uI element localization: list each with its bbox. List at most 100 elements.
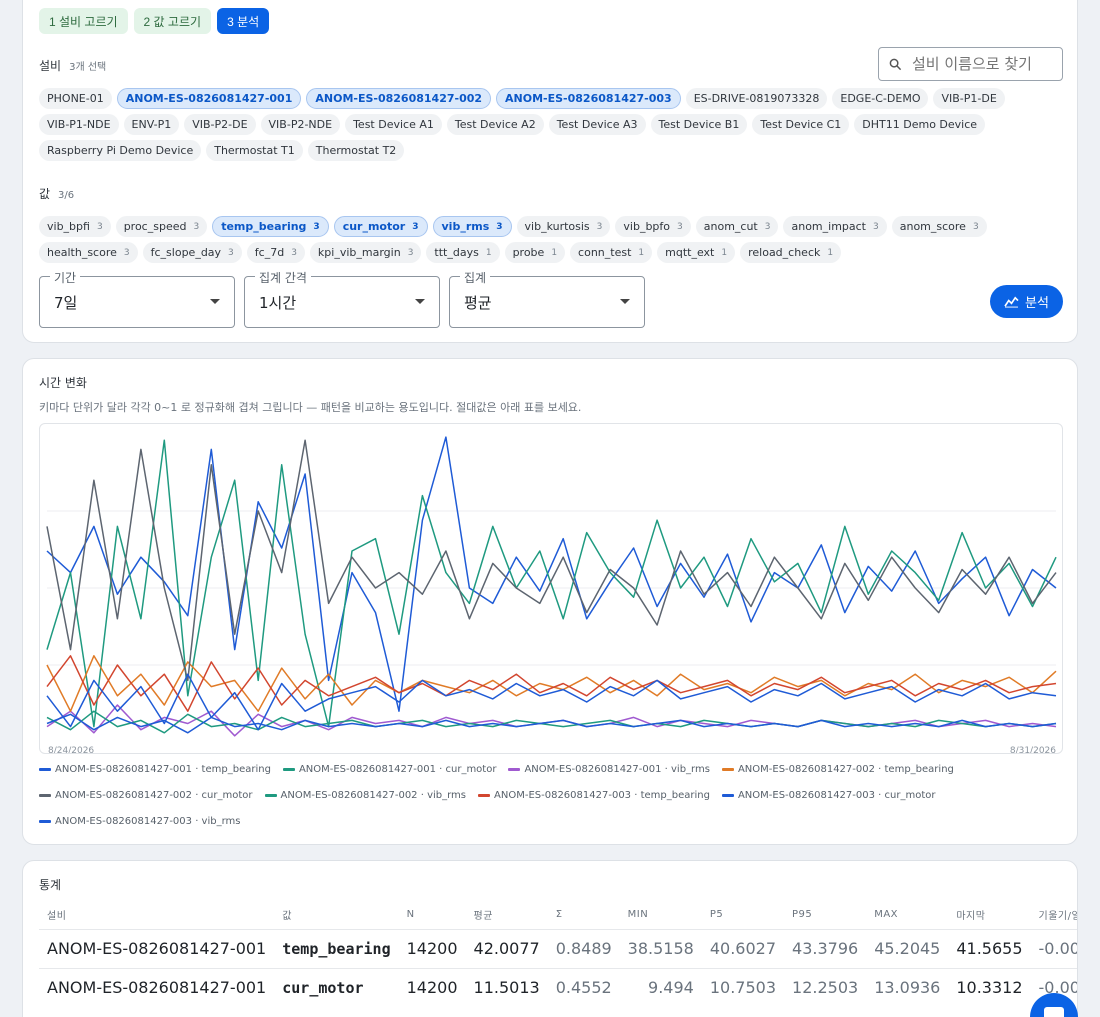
- period-select[interactable]: 기간 7일: [39, 269, 235, 328]
- table-cell: 14200: [398, 967, 466, 1007]
- legend-item[interactable]: ANOM-ES-0826081427-003 · cur_motor: [721, 788, 935, 802]
- device-chip[interactable]: DHT11 Demo Device: [854, 114, 986, 135]
- device-search-input[interactable]: [912, 55, 1052, 73]
- value-chip[interactable]: health_score 3: [39, 242, 138, 263]
- search-icon: [889, 58, 902, 70]
- legend-swatch: [508, 767, 521, 771]
- device-search[interactable]: [878, 47, 1063, 81]
- legend-item[interactable]: ANOM-ES-0826081427-001 · vib_rms: [508, 762, 710, 776]
- device-chip[interactable]: EDGE-C-DEMO: [832, 88, 929, 109]
- column-header[interactable]: Σ: [548, 901, 620, 929]
- column-header[interactable]: P95: [784, 901, 866, 929]
- value-chip[interactable]: temp_bearing 3: [212, 216, 329, 237]
- column-header[interactable]: 설비: [39, 901, 274, 929]
- value-chip-count: 1: [485, 247, 492, 258]
- table-cell: 9.494: [619, 967, 702, 1007]
- legend-item[interactable]: ANOM-ES-0826081427-003 · temp_bearing: [478, 788, 710, 802]
- legend-item[interactable]: ANOM-ES-0826081427-003 · vib_rms: [39, 814, 241, 828]
- device-chip[interactable]: VIB-P2-NDE: [260, 114, 341, 135]
- legend-label: ANOM-ES-0826081427-002 · temp_bearing: [737, 763, 954, 775]
- value-chip[interactable]: fc_slope_day 3: [142, 242, 242, 263]
- legend-label: ANOM-ES-0826081427-001 · cur_motor: [298, 763, 497, 775]
- values-header: 값 3/6: [39, 185, 74, 202]
- value-chip-label: fc_slope_day: [150, 246, 222, 259]
- table-cell: 42.0077: [465, 928, 548, 968]
- timeseries-description: 키마다 단위가 달라 각각 0~1 로 정규화해 겹쳐 그립니다 — 패턴을 비…: [39, 401, 582, 414]
- stats-header-row: 설비값N평균ΣMINP5P95MAX마지막기울기/일변: [39, 901, 1077, 929]
- step-1-select-devices[interactable]: 1 설비 고르기: [39, 8, 128, 34]
- legend-label: ANOM-ES-0826081427-001 · temp_bearing: [55, 763, 271, 775]
- x-axis-end-label: 8/31/2026: [1010, 746, 1056, 754]
- table-cell: cur_motor: [274, 967, 399, 1007]
- step-3-analyze[interactable]: 3 분석: [217, 8, 270, 34]
- table-cell: 0.4552: [547, 967, 620, 1007]
- analyze-button[interactable]: 분석: [990, 285, 1063, 318]
- legend-swatch: [478, 793, 491, 797]
- step-2-select-values[interactable]: 2 값 고르기: [133, 8, 212, 34]
- device-chip[interactable]: Thermostat T1: [206, 140, 303, 161]
- value-chip[interactable]: vib_rms 3: [432, 216, 512, 237]
- value-chip-count: 3: [407, 247, 414, 258]
- device-chip[interactable]: Thermostat T2: [307, 140, 405, 161]
- device-chip[interactable]: Test Device A1: [345, 114, 442, 135]
- value-chip-label: temp_bearing: [221, 220, 307, 233]
- value-chip[interactable]: anom_impact 3: [783, 216, 887, 237]
- aggregate-select[interactable]: 집계 평균: [449, 269, 645, 328]
- value-chip-label: reload_check: [748, 246, 821, 259]
- value-chip[interactable]: ttt_days 1: [426, 242, 500, 263]
- device-chip[interactable]: VIB-P1-DE: [933, 88, 1005, 109]
- device-chip[interactable]: Test Device B1: [650, 114, 748, 135]
- column-header[interactable]: N: [399, 901, 466, 929]
- value-chip-count: 3: [193, 221, 200, 232]
- column-header[interactable]: 기울기/일: [1031, 901, 1077, 929]
- device-chip[interactable]: ANOM-ES-0826081427-002: [306, 88, 492, 109]
- legend-item[interactable]: ANOM-ES-0826081427-001 · temp_bearing: [39, 762, 271, 776]
- devices-selected-count: 3개 선택: [69, 62, 107, 73]
- device-chip[interactable]: PHONE-01: [39, 88, 112, 109]
- column-header[interactable]: MAX: [866, 901, 948, 929]
- chart-legend: ANOM-ES-0826081427-001 · temp_bearing ANO…: [39, 762, 1063, 828]
- value-chip[interactable]: reload_check 1: [740, 242, 842, 263]
- legend-item[interactable]: ANOM-ES-0826081427-002 · temp_bearing: [721, 762, 954, 776]
- value-chip[interactable]: probe 1: [504, 242, 566, 263]
- value-chip[interactable]: fc_7d 3: [246, 242, 305, 263]
- value-chip-label: ttt_days: [434, 246, 479, 259]
- column-header[interactable]: 평균: [466, 901, 548, 929]
- column-header[interactable]: 값: [274, 901, 398, 929]
- column-header[interactable]: P5: [702, 901, 784, 929]
- column-header[interactable]: MIN: [620, 901, 702, 929]
- interval-select[interactable]: 집계 간격 1시간: [244, 269, 440, 328]
- series-line: [46, 655, 1057, 712]
- device-chip[interactable]: ENV-P1: [123, 114, 180, 135]
- device-chip[interactable]: ANOM-ES-0826081427-001: [116, 88, 302, 109]
- legend-item[interactable]: ANOM-ES-0826081427-002 · vib_rms: [264, 788, 466, 802]
- table-cell: 10.3312: [948, 967, 1031, 1007]
- value-chip[interactable]: anom_cut 3: [695, 216, 779, 237]
- legend-item[interactable]: ANOM-ES-0826081427-001 · cur_motor: [282, 762, 497, 776]
- column-header[interactable]: 마지막: [948, 901, 1030, 929]
- value-chip[interactable]: conn_test 1: [570, 242, 653, 263]
- value-chip-label: anom_impact: [791, 220, 866, 233]
- value-chip[interactable]: mqtt_ext 1: [657, 242, 736, 263]
- device-chip[interactable]: ANOM-ES-0826081427-003: [496, 88, 681, 109]
- value-chip[interactable]: proc_speed 3: [115, 216, 208, 237]
- chevron-down-icon: [415, 299, 425, 304]
- device-chip[interactable]: Test Device A3: [548, 114, 646, 135]
- table-cell: 41.5655: [948, 928, 1031, 968]
- value-chip[interactable]: cur_motor 3: [333, 216, 428, 237]
- value-chip[interactable]: vib_kurtosis 3: [516, 216, 611, 237]
- value-chip[interactable]: kpi_vib_margin 3: [309, 242, 422, 263]
- value-chip-count: 3: [764, 221, 771, 232]
- value-chip[interactable]: vib_bpfi 3: [39, 216, 111, 237]
- value-chip[interactable]: vib_bpfo 3: [615, 216, 691, 237]
- legend-item[interactable]: ANOM-ES-0826081427-002 · cur_motor: [39, 788, 253, 802]
- device-chip[interactable]: ES-DRIVE-0819073328: [685, 88, 828, 109]
- device-chip[interactable]: Raspberry Pi Demo Device: [39, 140, 202, 161]
- device-chip[interactable]: VIB-P2-DE: [184, 114, 256, 135]
- device-chip[interactable]: Test Device A2: [446, 114, 544, 135]
- device-chip[interactable]: Test Device C1: [752, 114, 850, 135]
- value-chip-count: 3: [228, 247, 234, 258]
- timeseries-title: 시간 변화: [39, 376, 87, 390]
- value-chip[interactable]: anom_score 3: [891, 216, 987, 237]
- device-chip[interactable]: VIB-P1-NDE: [39, 114, 119, 135]
